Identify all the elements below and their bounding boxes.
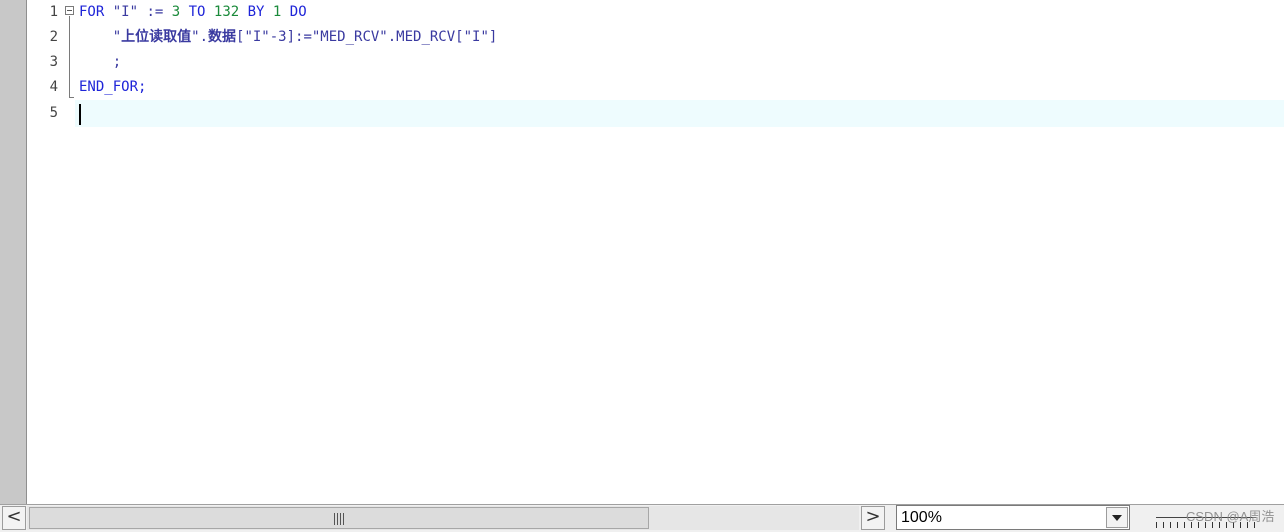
- code-token: 3: [171, 4, 181, 20]
- line-number: 2: [49, 29, 58, 45]
- scrollbar-thumb[interactable]: [29, 507, 649, 529]
- code-line-5-current[interactable]: [75, 100, 1284, 127]
- code-line-3[interactable]: ;: [79, 50, 121, 75]
- code-token: 上位读取值: [121, 29, 192, 45]
- code-token: ;: [79, 54, 122, 70]
- left-panel-strip: [0, 0, 27, 504]
- line-number: 1: [49, 4, 58, 20]
- line-number-gutter: 1 2 3 4 5: [27, 0, 60, 130]
- watermark: CSDN @A周浩: [1186, 509, 1275, 524]
- code-token: 数据: [208, 29, 237, 45]
- code-token: :=: [138, 4, 172, 20]
- line-number: 3: [49, 54, 58, 70]
- code-token: 132: [213, 4, 240, 20]
- code-token: TO: [180, 4, 214, 20]
- zoom-value: 100%: [901, 509, 942, 526]
- chevron-down-icon[interactable]: [1106, 507, 1128, 528]
- code-token: "I": [112, 4, 139, 20]
- code-editor[interactable]: 1 2 3 4 5 FOR "I" := 3 TO 132 BY 1 DO "上…: [27, 0, 1284, 504]
- text-caret: [79, 104, 81, 125]
- line-number: 5: [49, 105, 58, 121]
- scrollbar-track[interactable]: [27, 506, 859, 530]
- code-token: FOR: [79, 4, 113, 20]
- code-token: BY: [239, 4, 273, 20]
- horizontal-scrollbar[interactable]: < >: [0, 506, 888, 530]
- code-line-4[interactable]: END_FOR;: [79, 75, 146, 100]
- code-token: ": [79, 29, 122, 45]
- line-number: 4: [49, 79, 58, 95]
- code-line-1[interactable]: FOR "I" := 3 TO 132 BY 1 DO: [79, 0, 307, 25]
- scroll-right-button[interactable]: >: [861, 506, 885, 530]
- fold-guide-line: [69, 16, 70, 97]
- code-line-2[interactable]: "上位读取值".数据["I"-3]:="MED_RCV".MED_RCV["I"…: [79, 25, 498, 50]
- fold-collapse-icon[interactable]: [65, 6, 74, 15]
- grip-icon: [334, 513, 346, 525]
- status-bar: < > 100% CSDN @A周浩: [0, 504, 1284, 532]
- code-token: DO: [281, 4, 307, 20]
- code-token: ".: [191, 29, 209, 45]
- scroll-left-button[interactable]: <: [2, 506, 26, 530]
- code-token: ["I"-3]:="MED_RCV".MED_RCV["I"]: [236, 29, 498, 45]
- fold-guide-end: [69, 97, 74, 98]
- zoom-select[interactable]: 100%: [896, 505, 1130, 530]
- code-token: END_FOR;: [79, 79, 147, 95]
